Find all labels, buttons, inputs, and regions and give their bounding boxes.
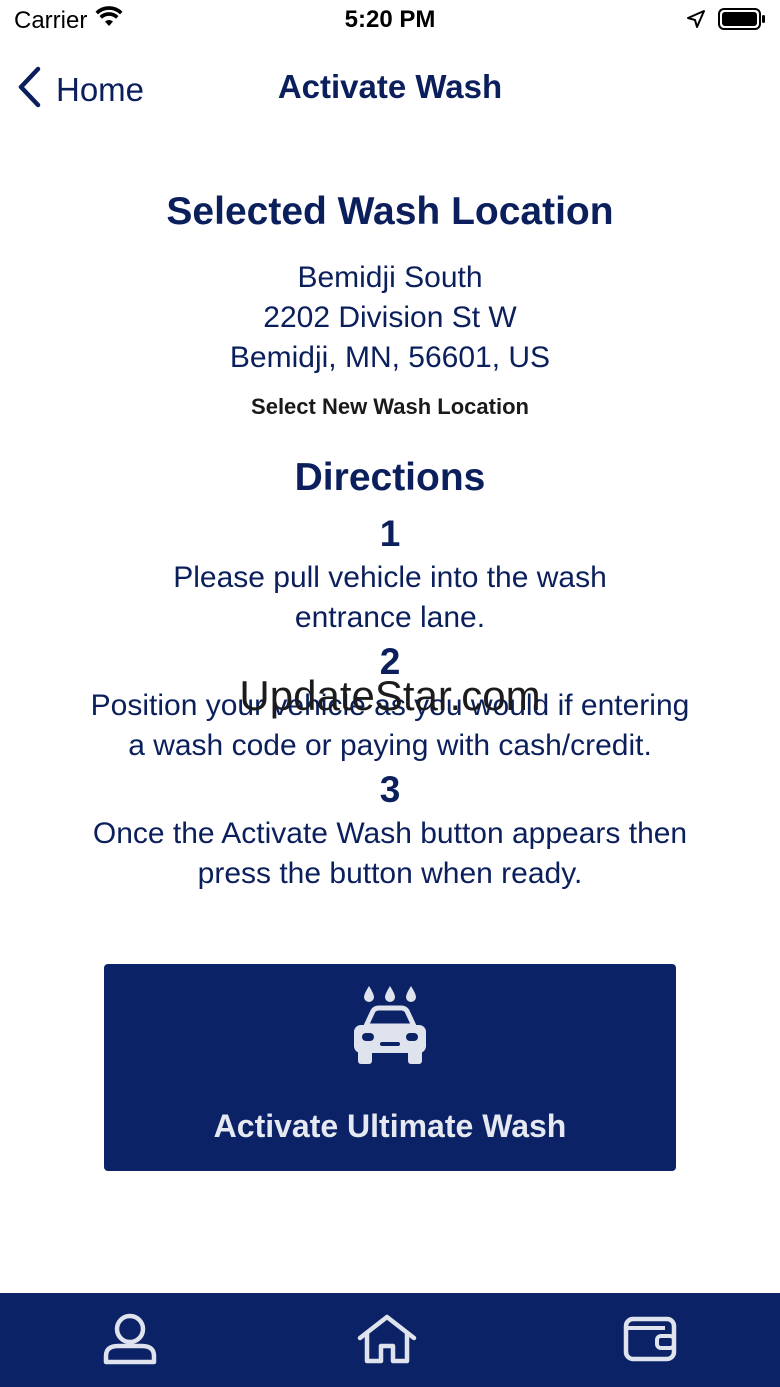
location-city: Bemidji, MN, 56601, US	[229, 341, 551, 374]
location-street: 2202 Division St W	[263, 301, 517, 334]
wallet-icon	[623, 1316, 677, 1367]
tab-bar	[0, 1293, 780, 1387]
step-text-line: Please pull vehicle into the wash	[173, 561, 607, 594]
car-wash-icon	[104, 982, 676, 1075]
step-number: 2	[379, 641, 401, 682]
step-text-line: Position your vehicle as you would if en…	[90, 689, 690, 722]
activate-wash-label: Activate Ultimate Wash	[213, 1108, 567, 1144]
select-new-location-link[interactable]: Select New Wash Location	[251, 394, 529, 420]
step-text-line: a wash code or paying with cash/credit.	[128, 729, 652, 762]
status-time: 5:20 PM	[344, 6, 436, 33]
status-indicators	[686, 8, 766, 35]
tab-wallet[interactable]	[620, 1311, 680, 1371]
step-number: 3	[379, 769, 401, 810]
step-text-line: entrance lane.	[294, 601, 486, 634]
step-number: 1	[379, 513, 401, 554]
directions-heading: Directions	[294, 456, 486, 499]
step-text-line: Once the Activate Wash button appears th…	[92, 817, 688, 850]
main-content: Selected Wash Location Bemidji South 220…	[0, 186, 780, 894]
direction-step: 1 Please pull vehicle into the wash entr…	[0, 510, 780, 638]
activate-wash-button[interactable]: Activate Ultimate Wash	[104, 964, 676, 1171]
status-bar: Carrier 5:20 PM	[0, 0, 780, 44]
home-icon	[357, 1314, 417, 1369]
step-text-line: press the button when ready.	[197, 857, 583, 890]
direction-step: 2 Position your vehicle as you would if …	[0, 638, 780, 766]
profile-icon	[102, 1312, 158, 1371]
location-name: Bemidji South	[297, 261, 483, 294]
battery-icon	[718, 8, 766, 35]
tab-home[interactable]	[357, 1311, 417, 1371]
page-title: Activate Wash	[277, 68, 503, 105]
selected-location-heading: Selected Wash Location	[166, 190, 614, 233]
location-address: Bemidji South 2202 Division St W Bemidji…	[0, 258, 780, 378]
direction-step: 3 Once the Activate Wash button appears …	[0, 766, 780, 894]
navigation-bar: Home Activate Wash	[0, 56, 780, 120]
tab-profile[interactable]	[100, 1311, 160, 1371]
location-arrow-icon	[686, 9, 706, 34]
